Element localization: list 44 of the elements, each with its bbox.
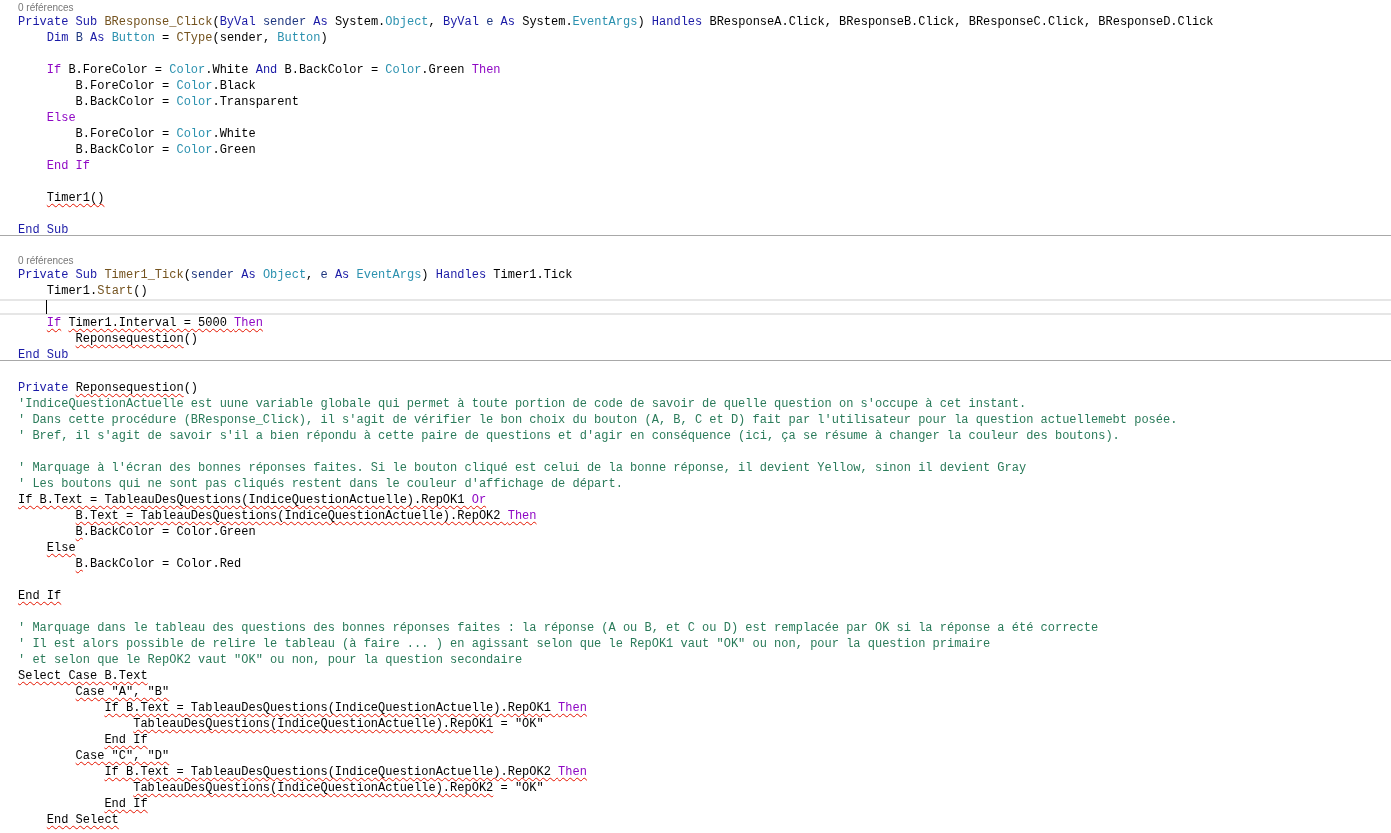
code-line: B.BackColor = Color.Transparent <box>74 95 299 109</box>
code-line: If B.ForeColor = Color.White And B.BackColor = Color.Green Then <box>45 63 501 77</box>
reference-count[interactable]: 0 références <box>18 255 74 267</box>
code-line: ' Marquage à l'écran des bonnes réponses faites. Si le bouton cliqué est celui de la bonne réponse, il devient Yellow, sinon il devient Gray <box>18 461 1027 475</box>
code-line: If B.Text = TableauDesQuestions(IndiceQuestionActuelle).RepOK2 Then <box>103 765 587 779</box>
code-line: End If <box>103 733 148 747</box>
code-line: B.BackColor = Color.Green <box>74 143 256 157</box>
reference-count[interactable]: 0 références <box>18 2 74 14</box>
code-line: Select Case B.Text <box>18 669 148 683</box>
code-line: Timer1() <box>45 191 105 205</box>
code-line: 'IndiceQuestionActuelle est uune variable globale qui permet à toute portion de code de savoir de quelle question on s'occupe à cet instant. <box>18 397 1027 411</box>
code-line: Private Reponsequestion() <box>18 381 199 395</box>
code-line: Else <box>45 111 76 125</box>
code-line: B.Text = TableauDesQuestions(IndiceQuestionActuelle).RepOK2 Then <box>74 509 537 523</box>
code-line: End Select <box>45 813 119 827</box>
code-line: TableauDesQuestions(IndiceQuestionActuelle).RepOK2 = "OK" <box>132 781 544 795</box>
code-line: ' Bref, il s'agit de savoir s'il a bien répondu à cette paire de questions et d'agir en conséquence (ici, ça se résume à changer la couleur des boutons). <box>18 429 1120 443</box>
code-line: ' Dans cette procédure (BResponse_Click), il s'agit de vérifier le bon choix du bouton (A, B, C et D) fait par l'utilisateur pour la question actuellemebt posée. <box>18 413 1178 427</box>
code-line: Dim B As Button = CType(sender, Button) <box>45 31 328 45</box>
code-line: Case "C", "D" <box>74 749 170 763</box>
code-line: End Sub <box>18 348 69 362</box>
code-line: Else <box>45 541 76 555</box>
code-line: Case "A", "B" <box>74 685 170 699</box>
code-line: Private Sub BResponse_Click(ByVal sender As System.Object, ByVal e As System.EventArgs) Handles BResponseA.Click, BResponseB.Click, BResponseC.Click, BResponseD.Click <box>18 15 1214 29</box>
code-line: ' et selon que le RepOK2 vaut "OK" ou non, pour la question secondaire <box>18 653 523 667</box>
code-line: Timer1.Start() <box>45 284 148 298</box>
code-line: End If <box>45 159 91 173</box>
code-line: B.BackColor = Color.Green <box>74 525 256 539</box>
code-line: ' Les boutons qui ne sont pas cliqués restent dans le couleur d'affichage de départ. <box>18 477 623 491</box>
code-line: TableauDesQuestions(IndiceQuestionActuelle).RepOK1 = "OK" <box>132 717 544 731</box>
code-line: End If <box>103 797 148 811</box>
code-line: If B.Text = TableauDesQuestions(IndiceQuestionActuelle).RepOK1 Or <box>18 493 487 507</box>
text-caret <box>46 300 47 314</box>
code-line: Reponsequestion() <box>74 332 199 346</box>
code-line: B.BackColor = Color.Red <box>74 557 242 571</box>
code-line: End Sub <box>18 223 69 237</box>
code-line: Private Sub Timer1_Tick(sender As Object, e As EventArgs) Handles Timer1.Tick <box>18 268 573 282</box>
code-line: End If <box>18 589 62 603</box>
code-line: B.ForeColor = Color.White <box>74 127 256 141</box>
code-line: If B.Text = TableauDesQuestions(IndiceQuestionActuelle).RepOK1 Then <box>103 701 587 715</box>
code-line: ' Il est alors possible de relire le tableau (à faire ... ) en agissant selon que le RepOK1 vaut "OK" ou non, pour la question primaire <box>18 637 991 651</box>
code-line: B.ForeColor = Color.Black <box>74 79 256 93</box>
code-line: ' Marquage dans le tableau des questions des bonnes réponses faites : la réponse (A ou B, et C ou D) est remplacée par OK si la réponse a été correcte <box>18 621 1099 635</box>
code-line: If Timer1.Interval = 5000 Then <box>45 316 263 330</box>
